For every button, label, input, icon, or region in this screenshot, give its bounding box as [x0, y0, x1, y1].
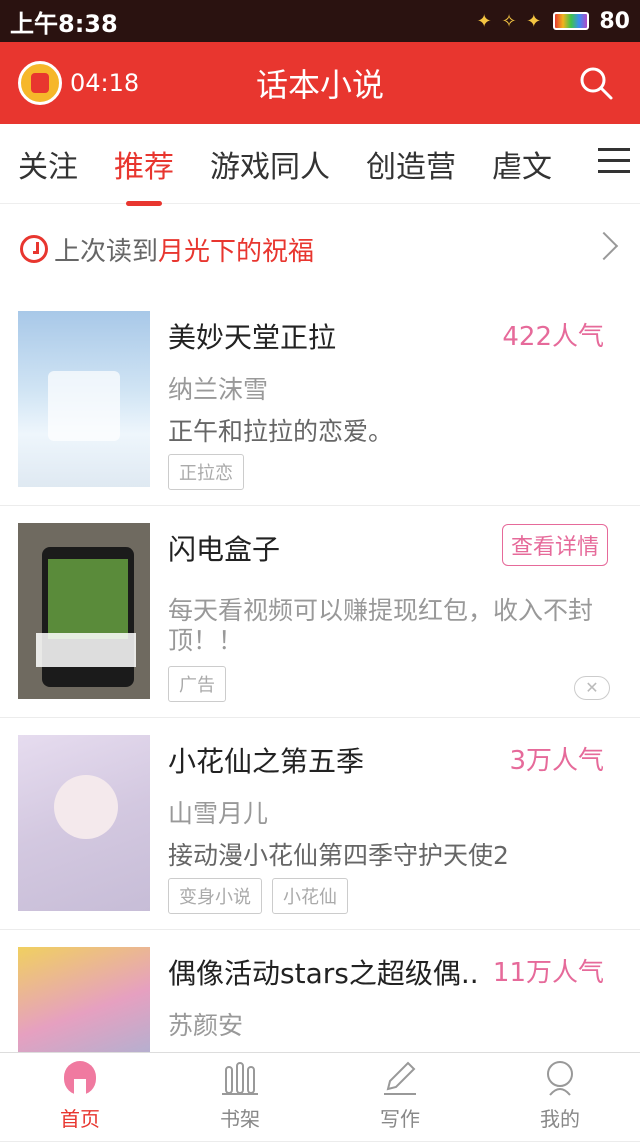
- status-time: 上午8:38: [10, 9, 118, 38]
- book-title: 偶像活动stars之超级偶..: [168, 957, 479, 990]
- nav-label: 书架: [220, 1107, 260, 1131]
- tab-game-fanfic[interactable]: 游戏同人: [210, 142, 330, 186]
- search-icon[interactable]: [578, 65, 614, 101]
- ad-cover: [18, 523, 150, 699]
- ad-title: 闪电盒子: [168, 533, 281, 566]
- category-tabs: 关注 推荐 游戏同人 创造营 虐文: [0, 124, 640, 206]
- close-icon[interactable]: ✕: [574, 676, 610, 700]
- pencil-icon: [384, 1061, 416, 1095]
- book-title: 小花仙之第五季: [168, 745, 365, 778]
- list-item[interactable]: 小花仙之第五季 3万人气 山雪月儿 接动漫小花仙第四季守护天使2 变身小说 小花…: [0, 718, 640, 930]
- book-description: 正午和拉拉的恋爱。: [168, 417, 394, 446]
- ad-item[interactable]: 闪电盒子 查看详情 每天看视频可以赚提现红包，收入不封顶！！ 广告 ✕: [0, 506, 640, 718]
- nav-me[interactable]: 我的: [480, 1053, 640, 1138]
- status-bar: 上午8:38 ✦ ✧ ✦ 80: [0, 0, 640, 42]
- last-read-book: 月光下的祝福: [158, 236, 315, 267]
- book-tag[interactable]: 变身小说: [168, 878, 262, 914]
- book-popularity: 11万人气: [492, 958, 604, 988]
- app-header: 04:18 话本小说: [0, 42, 640, 124]
- nav-label: 我的: [540, 1107, 580, 1131]
- book-author: 山雪月儿: [168, 799, 269, 828]
- book-title: 美妙天堂正拉: [168, 321, 337, 354]
- reading-timer[interactable]: 04:18: [18, 61, 139, 105]
- tab-recommend[interactable]: 推荐: [114, 142, 174, 206]
- book-cover: [18, 311, 150, 487]
- book-author: 纳兰沫雪: [168, 375, 269, 404]
- nav-label: 首页: [60, 1107, 100, 1131]
- home-icon: [64, 1061, 96, 1095]
- book-author: 苏颜安: [168, 1011, 244, 1040]
- book-list: 美妙天堂正拉 422人气 纳兰沫雪 正午和拉拉的恋爱。 正拉恋 闪电盒子 查看详…: [0, 294, 640, 1142]
- list-item[interactable]: 美妙天堂正拉 422人气 纳兰沫雪 正午和拉拉的恋爱。 正拉恋: [0, 294, 640, 506]
- timer-text: 04:18: [70, 69, 140, 97]
- ad-description: 每天看视频可以赚提现红包，收入不封顶！！: [168, 596, 594, 655]
- chevron-right-icon: [589, 231, 619, 261]
- clock-icon: [20, 235, 48, 263]
- tab-menu-icon[interactable]: [598, 148, 630, 176]
- tab-angst[interactable]: 虐文: [492, 142, 552, 186]
- alarm-clock-icon: [18, 61, 62, 105]
- view-details-button[interactable]: 查看详情: [501, 524, 608, 566]
- book-tag[interactable]: 正拉恋: [168, 454, 244, 490]
- book-popularity: 422人气: [502, 322, 604, 352]
- tab-creation-camp[interactable]: 创造营: [366, 142, 456, 186]
- book-cover: [18, 735, 150, 911]
- ad-tag: 广告: [168, 666, 226, 702]
- last-read-bar[interactable]: 上次读到 月光下的祝福: [0, 204, 640, 294]
- nav-write[interactable]: 写作: [320, 1053, 480, 1138]
- battery-icon: [553, 12, 590, 30]
- notification-icon: ✦ ✧ ✦: [476, 10, 544, 32]
- nav-label: 写作: [380, 1107, 420, 1131]
- user-icon: [547, 1061, 573, 1096]
- book-tag[interactable]: 小花仙: [272, 878, 348, 914]
- last-read-prefix: 上次读到: [54, 236, 159, 267]
- tab-follow[interactable]: 关注: [18, 142, 78, 186]
- battery-level: 80: [599, 8, 630, 34]
- nav-home[interactable]: 首页: [0, 1053, 160, 1138]
- book-popularity: 3万人气: [509, 746, 604, 776]
- nav-bookshelf[interactable]: 书架: [160, 1053, 320, 1138]
- book-description: 接动漫小花仙第四季守护天使2: [168, 841, 509, 870]
- bookshelf-icon: [222, 1062, 258, 1095]
- bottom-nav: 首页 书架 写作 我的: [0, 1052, 640, 1138]
